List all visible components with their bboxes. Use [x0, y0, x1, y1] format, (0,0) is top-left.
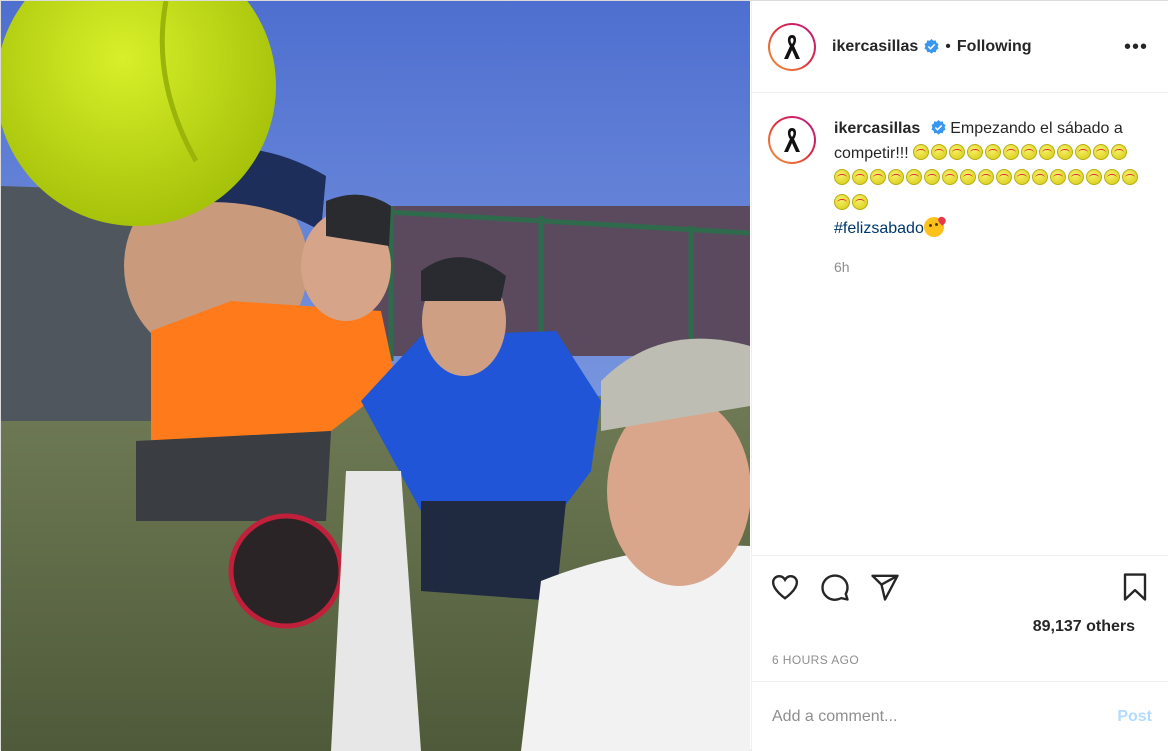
kissing-face-emoji [923, 217, 944, 237]
likes-count[interactable]: 89,137 others [1033, 618, 1135, 636]
avatar[interactable] [768, 22, 816, 71]
header-username[interactable]: ikercasillas [832, 38, 918, 56]
softball-emoji [1075, 144, 1092, 160]
softball-emoji [978, 169, 994, 185]
bookmark-icon[interactable] [1120, 572, 1150, 602]
verified-badge-icon [931, 120, 946, 135]
posted-timestamp: 6 HOURS AGO [772, 653, 860, 667]
post-details-panel: ikercasillas • Following ••• ikercasilla… [751, 1, 1168, 751]
softball-emoji [1032, 169, 1048, 185]
softball-emoji [852, 169, 868, 185]
softball-emoji [1104, 169, 1120, 185]
softball-emoji [834, 169, 850, 185]
softball-emoji [1021, 144, 1038, 160]
softball-emoji [1050, 169, 1066, 185]
softball-emoji [1003, 144, 1020, 160]
comment-icon[interactable] [820, 572, 850, 602]
softball-emoji [906, 169, 922, 185]
post-header: ikercasillas • Following ••• [752, 1, 1168, 93]
following-button[interactable]: Following [957, 38, 1032, 56]
caption-section: ikercasillas Empezando el sábado a compe… [752, 94, 1168, 554]
instagram-post: ikercasillas • Following ••• ikercasilla… [0, 0, 1168, 751]
softball-emoji [870, 169, 886, 185]
black-ribbon-icon [784, 128, 800, 152]
verified-badge-icon [924, 39, 939, 54]
heart-icon[interactable] [770, 572, 800, 602]
caption-username[interactable]: ikercasillas [834, 120, 920, 137]
black-ribbon-icon [784, 34, 800, 59]
softball-emoji [1122, 169, 1138, 185]
softball-emoji [949, 144, 966, 160]
softball-emoji [852, 194, 868, 210]
softball-emoji [1093, 144, 1110, 160]
softball-emoji [1014, 169, 1030, 185]
caption-avatar[interactable] [768, 116, 816, 164]
separator-dot: • [945, 37, 951, 55]
caption-timestamp: 6h [834, 259, 850, 275]
softball-emoji [913, 144, 930, 160]
softball-emoji [924, 169, 940, 185]
tennis-selfie-image [1, 1, 750, 751]
softball-emoji [931, 144, 948, 160]
post-photo[interactable] [1, 1, 750, 751]
softball-emoji [960, 169, 976, 185]
paper-plane-icon[interactable] [870, 572, 900, 602]
comment-input[interactable] [772, 707, 1118, 726]
softball-emoji [1039, 144, 1056, 160]
softball-emoji [985, 144, 1002, 160]
softball-emoji [834, 194, 850, 210]
softball-emoji [1111, 144, 1128, 160]
post-comment-button[interactable]: Post [1117, 708, 1152, 726]
softball-emoji [1057, 144, 1074, 160]
caption-text-block: ikercasillas Empezando el sábado a compe… [834, 116, 1144, 554]
comment-bar: Post [752, 681, 1168, 751]
hashtag-link[interactable]: #felizsabado [834, 220, 924, 237]
softball-emoji [942, 169, 958, 185]
softball-emoji [1068, 169, 1084, 185]
softball-emoji [967, 144, 984, 160]
action-bar: 89,137 others 6 HOURS AGO [752, 555, 1168, 680]
softball-emoji [996, 169, 1012, 185]
more-options-icon[interactable]: ••• [1124, 37, 1148, 57]
softball-emoji [888, 169, 904, 185]
softball-emoji [1086, 169, 1102, 185]
